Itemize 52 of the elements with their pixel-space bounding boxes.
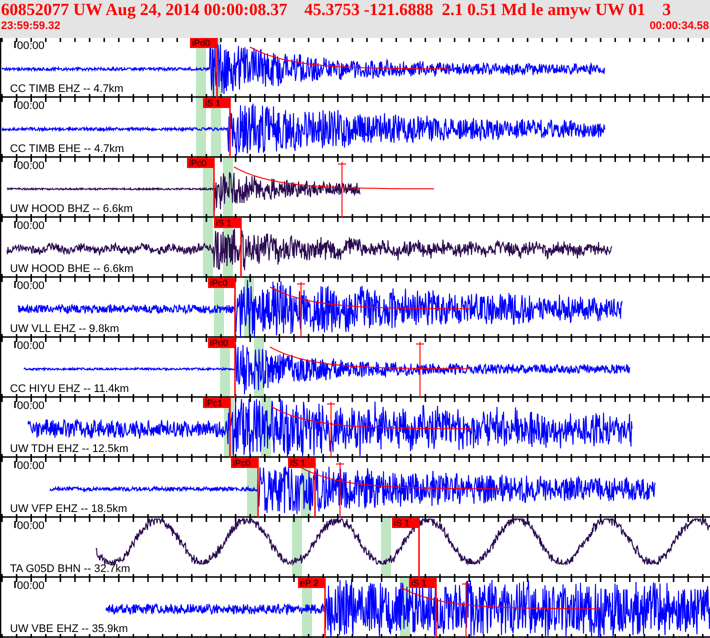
pick-line: [257, 458, 259, 518]
amplitude-marker: [416, 342, 424, 398]
pick-line: [216, 38, 218, 98]
pick-label[interactable]: eP 2: [298, 578, 325, 588]
station-label: CC TIMB EHZ -- 4.7km: [10, 83, 124, 95]
pick-label[interactable]: iPc0: [231, 458, 258, 468]
time-label: 00:00: [17, 220, 45, 232]
station-label: UW VFP EHZ -- 18.5km: [10, 503, 128, 515]
pick-line: [229, 98, 231, 158]
end-time: 00:00:34.58: [650, 20, 709, 33]
pick-label[interactable]: iPc1: [203, 398, 230, 408]
pick-label[interactable]: iS 1: [409, 578, 436, 588]
pick-line: [314, 458, 316, 518]
pick-line: [229, 398, 231, 458]
station-label: TA G05D BHN -- 32.7km: [10, 563, 130, 575]
time-label: 00:00: [17, 580, 45, 592]
amplitude-marker: [326, 402, 336, 458]
pick-line: [435, 578, 437, 638]
station-label: UW TDH EHZ -- 12.5km: [10, 443, 128, 455]
pick-label[interactable]: iS 1: [288, 458, 315, 468]
station-label: UW VLL EHZ -- 9.8km: [10, 323, 119, 335]
time-label: 00:00: [17, 340, 45, 352]
time-label: 00:00: [17, 40, 45, 52]
amplitude-marker: [338, 162, 346, 218]
pick-label[interactable]: iPc0: [187, 158, 214, 168]
start-time: 23:59:59.32: [1, 20, 60, 33]
time-label: 00:00: [17, 160, 45, 172]
pick-label[interactable]: iS 1: [203, 98, 230, 108]
pick-label[interactable]: iPd0: [190, 38, 217, 48]
amplitude-marker: [462, 582, 470, 638]
pick-label[interactable]: iPd0: [208, 338, 235, 348]
pick-label[interactable]: iPc0: [208, 278, 235, 288]
pick-line: [213, 158, 215, 218]
station-label: CC TIMB EHE -- 4.7km: [10, 143, 124, 155]
event-title: 60852077 UW Aug 24, 2014 00:00:08.37 45.3753 -121.6888 2.1 0.51 Md le amyw UW 01 3: [0, 0, 672, 20]
station-label: CC HIYU EHZ -- 11.4km: [10, 383, 129, 395]
amplitude-marker: [336, 462, 344, 518]
station-label: UW HOOD BHE -- 6.6km: [10, 263, 134, 275]
amplitude-marker: [296, 282, 306, 338]
station-label: UW HOOD BHZ -- 6.6km: [10, 203, 133, 215]
pick-label[interactable]: iS 1: [214, 218, 241, 228]
station-label: UW VBE EHZ -- 35.9km: [10, 623, 128, 635]
pick-label[interactable]: iS 1: [392, 518, 419, 528]
time-label: 00:00: [17, 100, 45, 112]
pick-window: [381, 518, 391, 578]
pick-line: [240, 218, 242, 278]
pick-line: [324, 578, 326, 638]
time-label: 00:00: [17, 400, 45, 412]
time-label: 00:00: [17, 520, 45, 532]
pick-line: [418, 518, 420, 578]
time-label: 00:00: [17, 460, 45, 472]
time-label: 00:00: [17, 280, 45, 292]
